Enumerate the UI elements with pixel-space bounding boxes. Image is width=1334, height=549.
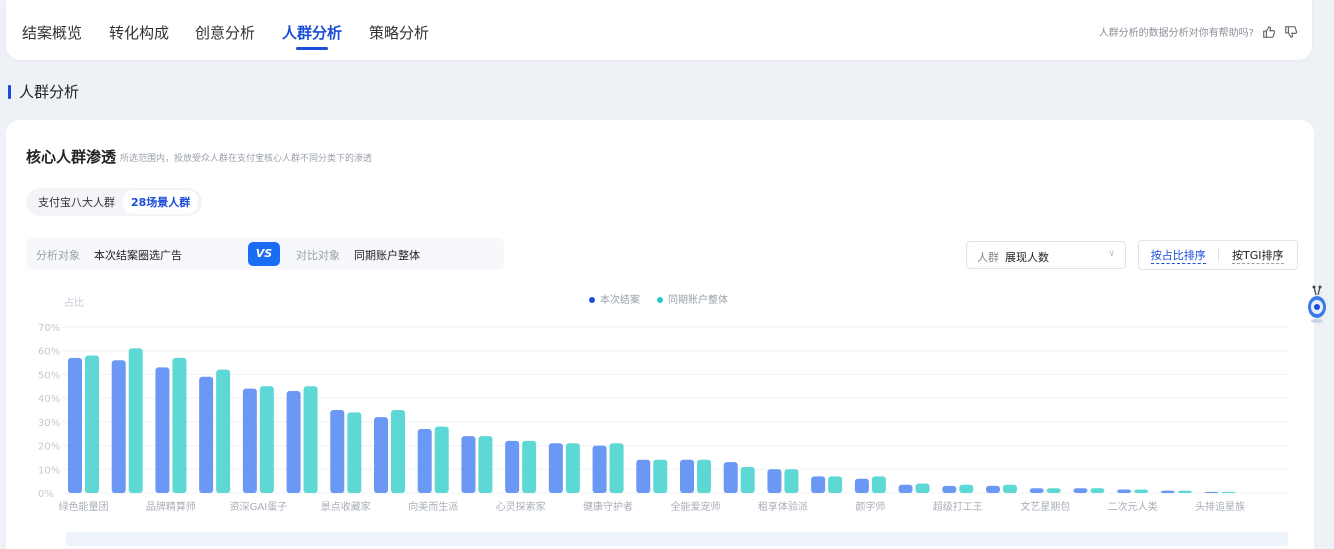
x-tick-label: 心灵探索家: [496, 500, 546, 513]
bar: [767, 469, 782, 493]
bar: [548, 443, 563, 493]
x-tick-label: 健康守护者: [583, 500, 633, 513]
bar: [959, 484, 974, 493]
bar: [478, 436, 493, 493]
bar: [417, 428, 432, 493]
bar: [461, 436, 476, 493]
bar: [898, 484, 913, 493]
bar: [680, 459, 694, 493]
bar: [286, 391, 301, 493]
x-tick-label: 超级打工王: [933, 500, 983, 513]
bar: [85, 355, 99, 493]
y-tick-label: 20%: [38, 442, 60, 453]
bar: [259, 386, 274, 493]
bar: [565, 443, 580, 493]
bar: [347, 412, 362, 493]
y-tick-label: 40%: [38, 394, 60, 405]
bar: [1073, 488, 1088, 493]
bar: [242, 388, 257, 493]
bar: [1003, 484, 1017, 493]
x-tick-label: 头排追星族: [1195, 500, 1245, 513]
bar: [740, 466, 755, 493]
legend-marker: [657, 297, 663, 303]
penetration-bar-chart: 0% 10% 20% 30% 40% 50% 60% 70% 占比 本次结案 同期账户整体绿色能量团…: [38, 293, 1290, 546]
bar: [871, 476, 886, 493]
bar: [172, 357, 187, 493]
bar: [391, 410, 405, 493]
bar: [374, 417, 388, 493]
bar: [505, 440, 520, 493]
bar: [1090, 488, 1105, 493]
y-tick-label: 0%: [38, 489, 54, 500]
zoom-track: [66, 532, 1288, 546]
bar: [811, 476, 826, 493]
bar: [854, 478, 869, 493]
bar: [330, 410, 345, 493]
y-tick-label: 70%: [38, 323, 60, 334]
x-tick-label: 颜字师: [855, 500, 885, 513]
x-tick-label: 品牌精算师: [146, 500, 196, 513]
y-axis-label: 占比: [64, 296, 84, 309]
bar: [68, 357, 82, 493]
y-tick-label: 10%: [38, 465, 60, 476]
bar: [128, 348, 143, 493]
x-tick-label: 二次元人类: [1108, 500, 1158, 513]
bar: [636, 459, 651, 493]
x-tick-label: 向美而生派: [408, 500, 458, 513]
y-tick-label: 50%: [38, 370, 60, 381]
bar: [915, 483, 930, 493]
assistant-mascot-icon[interactable]: [1306, 285, 1328, 325]
bar: [784, 469, 799, 493]
x-tick-label: 绿色能量团: [59, 500, 109, 513]
y-tick-label: 30%: [38, 418, 60, 429]
y-tick-label: 60%: [38, 347, 60, 358]
bar: [522, 440, 537, 493]
x-tick-label: 景点收藏家: [321, 500, 371, 513]
bar: [155, 367, 170, 493]
legend-marker: [589, 297, 595, 303]
bar: [697, 459, 711, 493]
x-tick-label: 文艺星期包: [1020, 500, 1070, 513]
x-tick-label: 资深GAI蛋子: [230, 501, 288, 513]
bar: [216, 369, 231, 493]
bar: [1177, 490, 1192, 493]
bar: [609, 443, 624, 493]
legend-label: 本次结案: [600, 293, 640, 306]
bar: [434, 426, 449, 493]
bar: [986, 485, 1000, 493]
legend-label: 同期账户整体: [668, 293, 728, 306]
bar: [1221, 491, 1236, 493]
bar: [942, 485, 957, 493]
bar: [828, 476, 843, 493]
bar: [1117, 489, 1132, 493]
bar: [653, 459, 668, 493]
bar: [1160, 490, 1175, 493]
bar: [303, 386, 318, 493]
bar: [592, 445, 607, 493]
bar: [1029, 488, 1044, 493]
x-tick-label: 租享体验派: [758, 500, 808, 513]
bar: [723, 462, 738, 493]
bar: [1204, 491, 1219, 493]
x-tick-label: 全能爱宠师: [671, 500, 721, 513]
bar: [111, 360, 126, 493]
bar: [1046, 488, 1061, 493]
bar: [1134, 489, 1149, 493]
bar: [199, 376, 214, 493]
